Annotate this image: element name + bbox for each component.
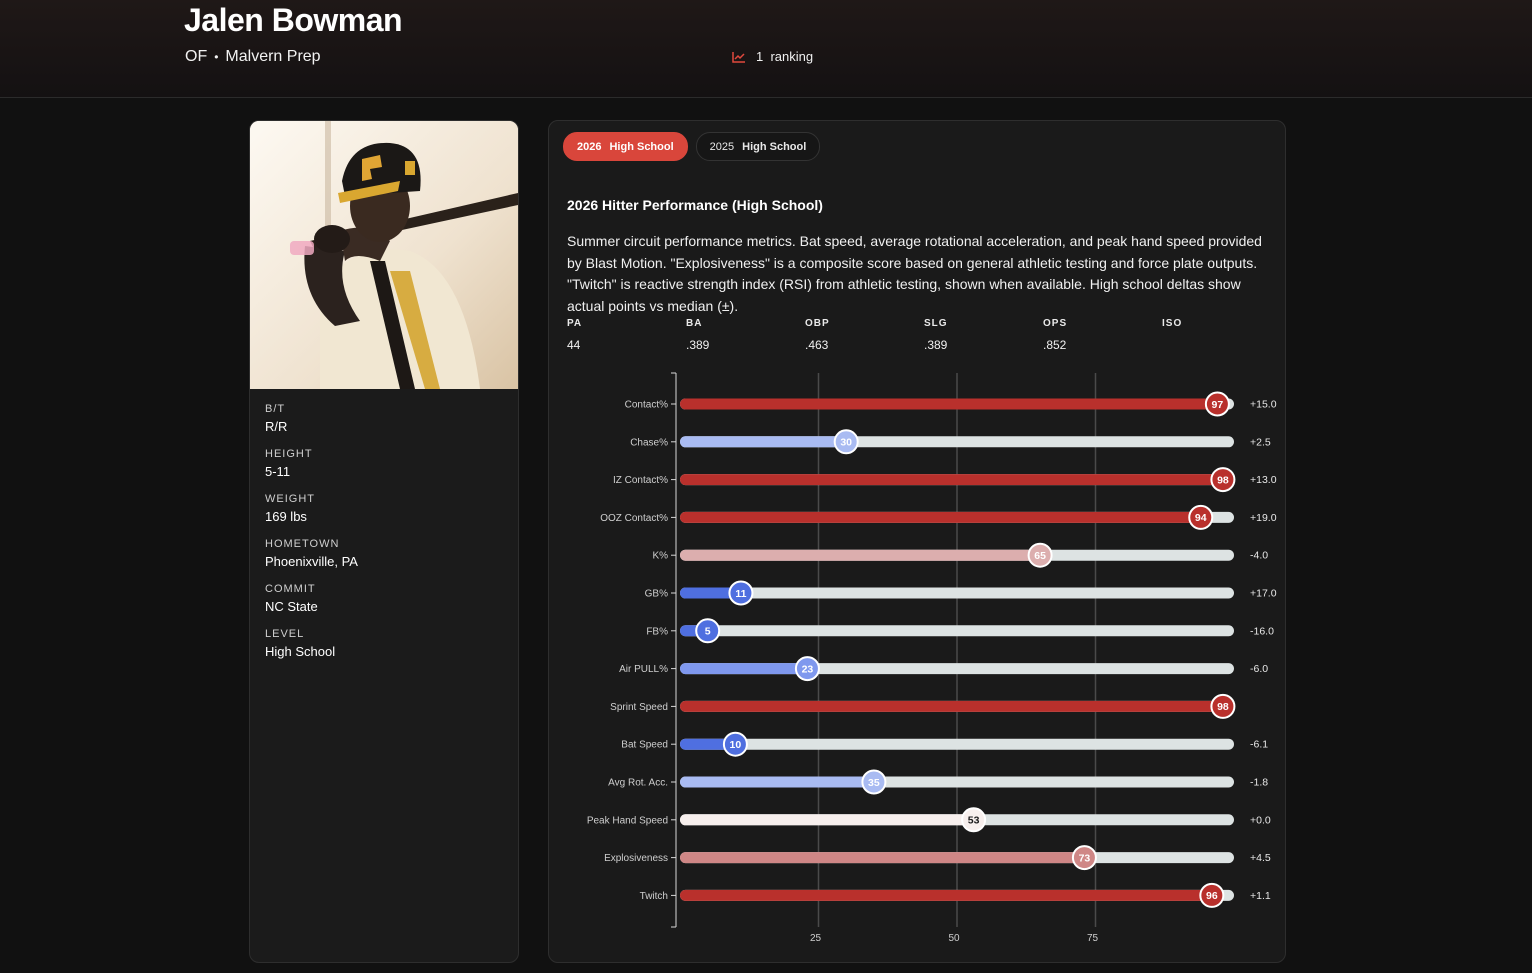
- bar-track: [680, 738, 1234, 750]
- bar-track: [680, 625, 1234, 637]
- delta-label: +2.5: [1250, 436, 1271, 448]
- value-label: 65: [1034, 550, 1046, 562]
- category-label: Chase%: [630, 437, 668, 448]
- profile-value: Phoenixville, PA: [265, 554, 358, 569]
- bar-value: [680, 511, 1201, 523]
- delta-label: +4.5: [1250, 852, 1271, 864]
- value-label: 96: [1206, 890, 1218, 902]
- x-tick-label: 25: [810, 933, 822, 944]
- category-label: Peak Hand Speed: [587, 815, 668, 826]
- value-label: 98: [1217, 474, 1229, 486]
- profile-card: B/T R/R HEIGHT 5-11 WEIGHT 169 lbs HOMET…: [249, 120, 519, 963]
- category-label: Sprint Speed: [610, 702, 668, 713]
- category-label: Air PULL%: [619, 664, 668, 675]
- profile-value: 169 lbs: [265, 509, 307, 524]
- value-label: 98: [1217, 701, 1229, 713]
- profile-value: 5-11: [265, 464, 291, 479]
- delta-label: +15.0: [1250, 399, 1277, 411]
- bar-value: [680, 549, 1041, 561]
- value-label: 11: [735, 588, 746, 600]
- category-label: Explosiveness: [604, 853, 668, 864]
- delta-label: +0.0: [1250, 814, 1271, 826]
- x-tick-label: 75: [1087, 933, 1099, 944]
- value-label: 94: [1195, 512, 1207, 524]
- profile-label: COMMIT: [265, 583, 316, 595]
- profile-value: High School: [265, 644, 336, 659]
- profile-item-bt: B/T R/R: [265, 403, 503, 434]
- bar-track: [680, 587, 1234, 599]
- player-position: OF: [185, 48, 208, 65]
- performance-card: 2026 High School 2025 High School 2026 H…: [548, 120, 1286, 963]
- profile-item-commit: COMMIT NC State: [265, 583, 503, 614]
- bar-value: [680, 776, 874, 788]
- category-label: K%: [652, 551, 668, 562]
- ranking-count: 1: [756, 49, 764, 64]
- separator-dot: •: [214, 50, 219, 64]
- profile-item-weight: WEIGHT 169 lbs: [265, 493, 503, 524]
- ranking-label: ranking: [770, 49, 814, 64]
- profile-item-height: HEIGHT 5-11: [265, 448, 503, 479]
- bar-value: [680, 852, 1085, 864]
- category-label: IZ Contact%: [613, 475, 668, 486]
- value-label: 5: [705, 626, 711, 638]
- profile-value: NC State: [265, 599, 318, 614]
- profile-item-level: LEVEL High School: [265, 628, 503, 659]
- profile-label: B/T: [265, 403, 286, 415]
- profile-label: HOMETOWN: [265, 538, 340, 550]
- delta-label: +19.0: [1250, 512, 1277, 524]
- profile-item-hometown: HOMETOWN Phoenixville, PA: [265, 538, 503, 569]
- category-label: Twitch: [640, 891, 668, 902]
- value-label: 30: [840, 437, 852, 449]
- bar-value: [680, 700, 1223, 712]
- delta-label: -4.0: [1250, 550, 1268, 562]
- profile-label: WEIGHT: [265, 493, 315, 505]
- x-tick-label: 50: [948, 933, 960, 944]
- value-label: 10: [730, 739, 742, 751]
- value-label: 73: [1079, 852, 1091, 864]
- player-name: Jalen Bowman: [184, 2, 403, 38]
- player-subtitle: OF • Malvern Prep: [185, 48, 321, 66]
- category-label: Contact%: [625, 400, 668, 411]
- delta-label: +1.1: [1250, 890, 1271, 902]
- bar-value: [680, 398, 1218, 410]
- bar-value: [680, 814, 974, 826]
- player-school: Malvern Prep: [225, 48, 321, 65]
- delta-label: +17.0: [1250, 588, 1277, 600]
- value-label: 23: [802, 663, 814, 675]
- bar-value: [680, 663, 808, 675]
- category-label: Bat Speed: [621, 740, 668, 751]
- delta-label: -6.0: [1250, 663, 1268, 675]
- profile-label: HEIGHT: [265, 448, 313, 460]
- category-label: FB%: [646, 626, 668, 637]
- trend-chart-icon: [732, 51, 746, 63]
- ranking-link[interactable]: 1 ranking: [732, 49, 813, 64]
- category-label: GB%: [645, 589, 668, 600]
- profile-label: LEVEL: [265, 628, 305, 640]
- delta-label: -6.1: [1250, 739, 1268, 751]
- page-header: Jalen Bowman OF • Malvern Prep 1 ranking: [0, 0, 1532, 98]
- delta-label: +13.0: [1250, 474, 1277, 486]
- category-label: Avg Rot. Acc.: [608, 778, 668, 789]
- value-label: 53: [968, 815, 980, 827]
- value-label: 35: [868, 777, 880, 789]
- category-label: OOZ Contact%: [600, 513, 668, 524]
- bar-value: [680, 474, 1223, 486]
- value-label: 97: [1212, 399, 1224, 411]
- player-photo: [250, 121, 518, 389]
- percentile-chart: 25 50 75 Contact% 97 +15.0 Chase% 30 +2.5 IZ Cont…: [587, 372, 1277, 944]
- profile-value: R/R: [265, 419, 288, 434]
- delta-label: -1.8: [1250, 777, 1268, 789]
- delta-label: -16.0: [1250, 625, 1274, 637]
- bar-value: [680, 436, 847, 448]
- profile-info: B/T R/R HEIGHT 5-11 WEIGHT 169 lbs HOMET…: [250, 389, 518, 659]
- bar-value: [680, 889, 1212, 901]
